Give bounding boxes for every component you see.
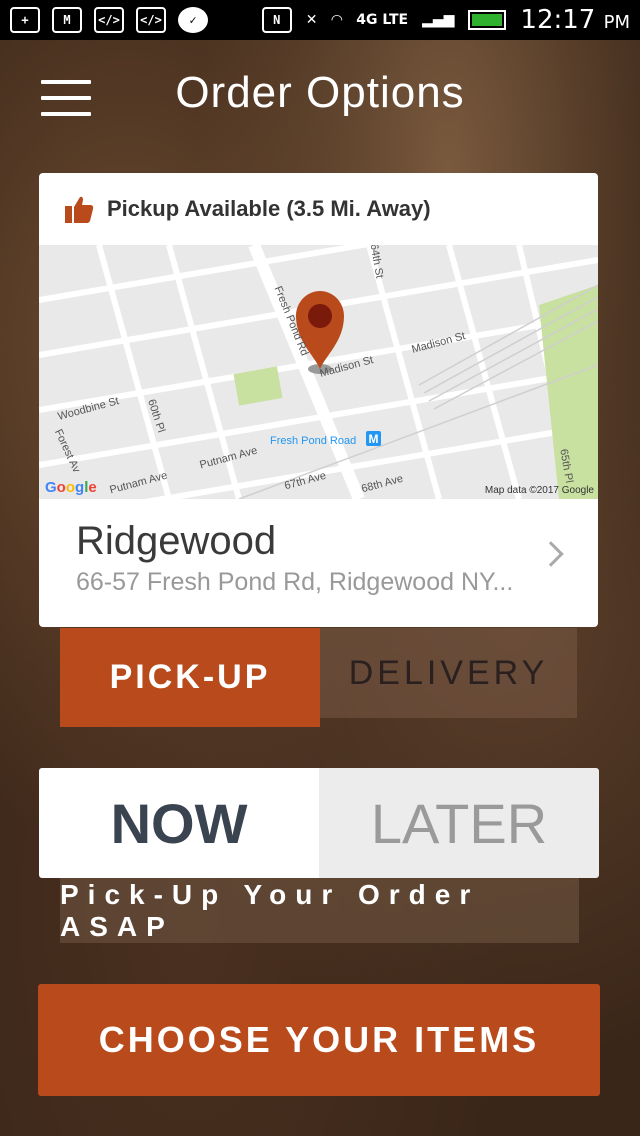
signal-icon: ▂▄▆: [422, 12, 455, 28]
page-title: Order Options: [175, 68, 465, 117]
nfc-icon: N: [261, 7, 292, 33]
app-header: Order Options: [0, 40, 640, 155]
notification-icons: + M </> </> ✓: [10, 7, 208, 33]
google-logo: Google: [45, 479, 97, 496]
later-button[interactable]: LATER: [319, 768, 599, 878]
clock: 12:17 PM: [520, 5, 630, 35]
now-button[interactable]: NOW: [39, 768, 319, 878]
clock-meridiem: PM: [603, 12, 630, 33]
location-map[interactable]: M 64th St Fresh Pond Rd Madison St Madis…: [39, 245, 598, 499]
location-name: Ridgewood: [76, 519, 277, 563]
code-icon: </>: [136, 7, 166, 33]
location-card: Pickup Available (3.5 Mi. Away) M 64th S…: [39, 173, 598, 627]
location-row[interactable]: Ridgewood 66-57 Fresh Pond Rd, Ridgewood…: [39, 499, 598, 627]
availability-header: Pickup Available (3.5 Mi. Away): [39, 173, 598, 245]
code-icon: </>: [94, 7, 124, 33]
svg-text:M: M: [369, 432, 379, 446]
battery-icon: [468, 10, 507, 30]
map-label-transit: Fresh Pond Road: [270, 435, 357, 447]
pickup-button[interactable]: PICK-UP: [60, 628, 320, 727]
choose-items-button[interactable]: CHOOSE YOUR ITEMS: [38, 984, 600, 1096]
thumbs-up-icon: [65, 196, 94, 223]
wifi-icon: ◠: [331, 12, 343, 28]
order-mode-toggle: PICK-UP DELIVERY: [60, 628, 577, 727]
4g-lte-icon: 4G LTE: [356, 12, 409, 28]
check-icon: ✓: [178, 7, 208, 33]
pickup-time-note: Pick-Up Your Order ASAP: [60, 878, 579, 943]
order-time-toggle: NOW LATER: [39, 768, 599, 878]
delivery-button[interactable]: DELIVERY: [320, 628, 577, 718]
mute-icon: ✕: [305, 12, 318, 28]
add-icon: +: [10, 7, 40, 33]
clock-time: 12:17: [520, 5, 596, 35]
system-icons: N ✕ ◠ 4G LTE ▂▄▆ 12:17 PM: [261, 5, 630, 35]
map-credit: Map data ©2017 Google: [484, 485, 594, 496]
pickup-availability: Pickup Available (3.5 Mi. Away): [107, 196, 431, 221]
location-address: 66-57 Fresh Pond Rd, Ridgewood NY...: [76, 568, 514, 596]
status-bar: + M </> </> ✓ N ✕ ◠ 4G LTE ▂▄▆ 12:17 PM: [0, 0, 640, 40]
gmail-icon: M: [52, 7, 82, 33]
